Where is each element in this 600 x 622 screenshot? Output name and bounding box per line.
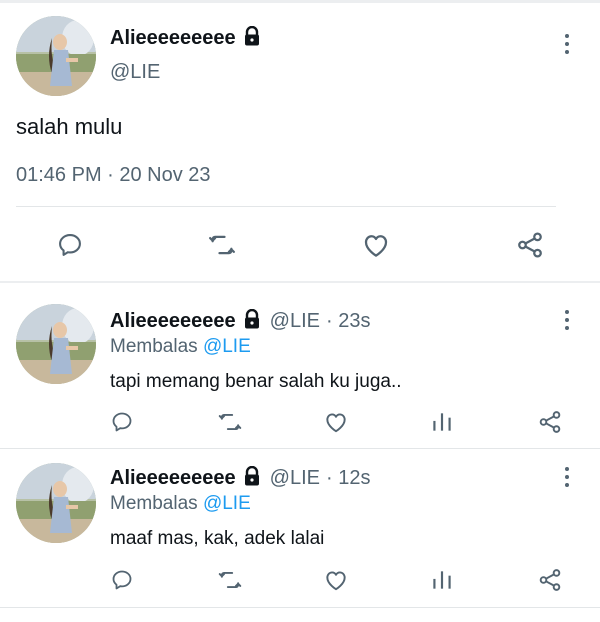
replying-handle-link[interactable]: @LIE <box>203 336 251 357</box>
like-button[interactable] <box>358 227 394 263</box>
lock-icon <box>242 308 262 334</box>
retweet-icon <box>218 571 242 589</box>
analytics-button[interactable] <box>428 408 456 436</box>
more-options-icon[interactable] <box>564 310 570 334</box>
tweet-timestamp[interactable]: 01:46 PM · 20 Nov 23 <box>16 164 211 187</box>
retweet-icon <box>218 413 242 431</box>
analytics-icon <box>433 571 451 589</box>
tweet-text: maaf mas, kak, adek lalai <box>110 528 325 549</box>
reply-button[interactable] <box>52 227 88 263</box>
replying-to: Membalas @LIE <box>110 493 251 515</box>
avatar[interactable] <box>16 16 96 96</box>
retweet-button[interactable] <box>216 408 244 436</box>
heart-icon <box>326 413 346 433</box>
lock-icon <box>242 25 262 51</box>
divider <box>16 206 556 207</box>
share-icon <box>518 232 542 258</box>
share-icon <box>539 411 561 433</box>
display-name[interactable]: Alieeeeeeeee <box>110 27 236 50</box>
analytics-button[interactable] <box>428 566 456 594</box>
avatar-photo <box>16 463 96 543</box>
tweet-time[interactable]: · 23s <box>326 310 370 333</box>
avatar-photo <box>16 16 96 96</box>
tweet-text: tapi memang benar salah ku juga.. <box>110 371 402 392</box>
reply-icon <box>59 234 81 256</box>
main-tweet[interactable]: Alieeeeeeeee @LIE salah mulu 01:46 PM · … <box>0 3 600 279</box>
share-button[interactable] <box>536 566 564 594</box>
reply-icon <box>112 570 132 590</box>
reply-tweet[interactable]: Alieeeeeeeee @LIE · 12s Membalas @LIE ma… <box>0 449 600 609</box>
reply-button[interactable] <box>108 408 136 436</box>
reply-icon <box>112 412 132 432</box>
handle[interactable]: @LIE <box>270 467 320 490</box>
display-name[interactable]: Alieeeeeeeee <box>110 310 236 333</box>
retweet-button[interactable] <box>216 566 244 594</box>
tweet-text: salah mulu <box>16 114 123 139</box>
handle[interactable]: @LIE <box>110 61 160 84</box>
more-options-icon[interactable] <box>564 467 570 491</box>
reply-button[interactable] <box>108 566 136 594</box>
tweet-time[interactable]: · 12s <box>326 467 370 490</box>
avatar[interactable] <box>16 304 96 384</box>
avatar-photo <box>16 304 96 384</box>
more-options-icon[interactable] <box>564 34 570 58</box>
share-icon <box>539 569 561 591</box>
like-button[interactable] <box>322 566 350 594</box>
display-name[interactable]: Alieeeeeeeee <box>110 467 236 490</box>
analytics-icon <box>433 413 451 431</box>
retweet-icon <box>209 235 235 255</box>
lock-icon <box>242 465 262 491</box>
heart-icon <box>326 571 346 591</box>
avatar[interactable] <box>16 463 96 543</box>
share-button[interactable] <box>536 408 564 436</box>
heart-icon <box>364 235 388 257</box>
reply-tweet[interactable]: Alieeeeeeeee @LIE · 23s Membalas @LIE ta… <box>0 284 600 447</box>
section-divider <box>0 281 600 283</box>
like-button[interactable] <box>322 408 350 436</box>
share-button[interactable] <box>512 227 548 263</box>
replying-handle-link[interactable]: @LIE <box>203 493 251 514</box>
handle[interactable]: @LIE <box>270 310 320 333</box>
replying-prefix: Membalas <box>110 493 198 514</box>
retweet-button[interactable] <box>204 227 240 263</box>
replying-to: Membalas @LIE <box>110 336 251 358</box>
replying-prefix: Membalas <box>110 336 198 357</box>
section-divider <box>0 607 600 608</box>
